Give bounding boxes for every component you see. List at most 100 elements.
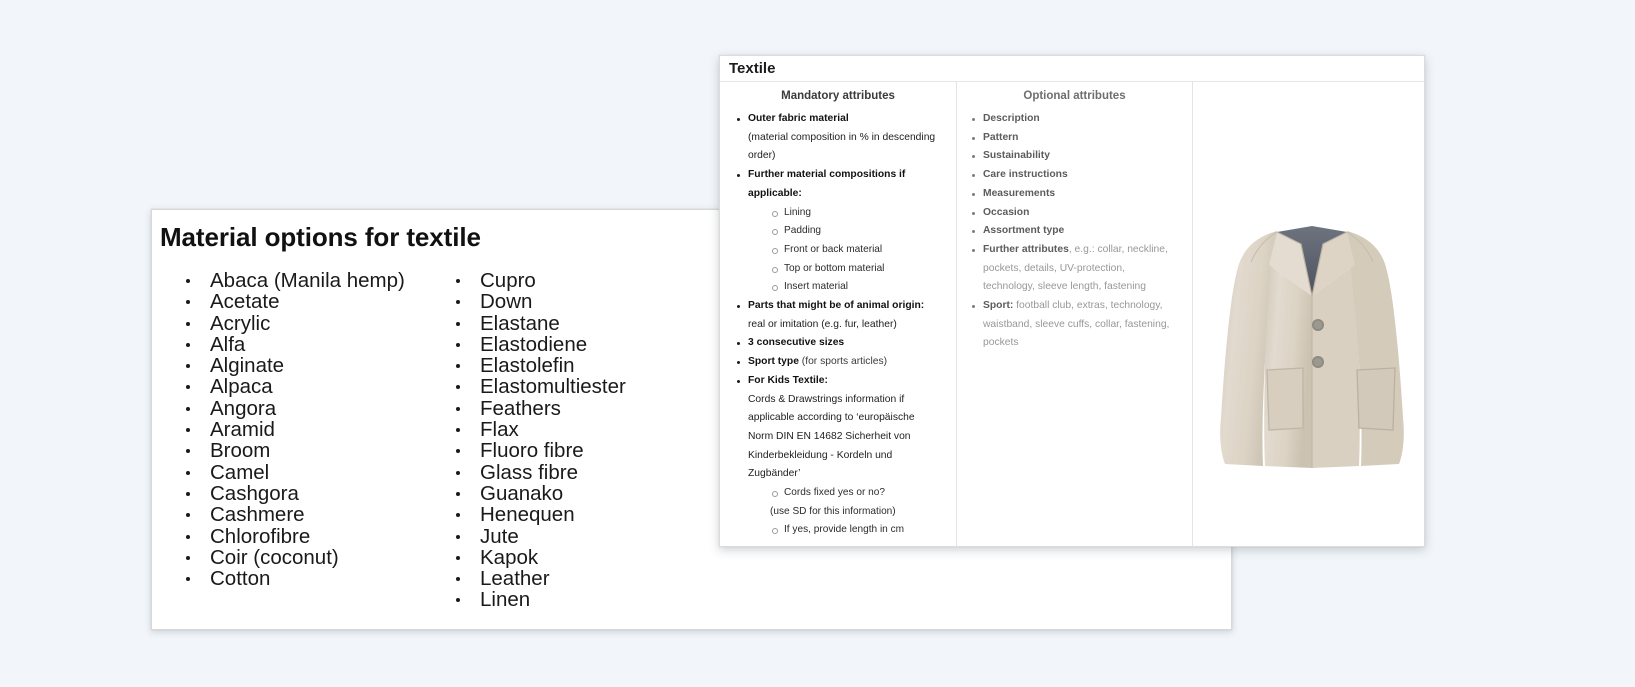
item-continuation: pockets, details, UV-protection, — [961, 260, 1188, 279]
item-label: Parts that might be of animal origin: — [748, 300, 924, 311]
list-item: 3 consecutive sizes — [726, 334, 950, 353]
item-label: Occasion — [983, 207, 1029, 218]
item-continuation: (use SD for this information) — [748, 503, 950, 522]
list-item: Front or back material — [748, 241, 950, 260]
list-item: Cupro — [422, 270, 692, 291]
list-item: Sustainability — [961, 147, 1188, 166]
item-label: Pattern — [983, 132, 1018, 143]
mandatory-attributes-list: Outer fabric material (material composit… — [726, 110, 950, 540]
list-item: Further material compositions if applica… — [726, 166, 950, 203]
list-item: Sport: football club, extras, technology… — [961, 297, 1188, 316]
list-item: Insert material — [748, 278, 950, 297]
item-label: Description — [983, 113, 1040, 124]
item-label: Assortment type — [983, 225, 1064, 236]
list-item: Henequen — [422, 504, 692, 525]
textile-popup-title: Textile — [729, 60, 775, 77]
material-list-2: Cupro Down Elastane Elastodiene Elastole… — [422, 270, 692, 611]
list-item: Parts that might be of animal origin: — [726, 297, 950, 316]
list-item: Care instructions — [961, 166, 1188, 185]
textile-popup-header: Textile — [720, 56, 1424, 82]
list-item: Angora — [152, 398, 422, 419]
mandatory-attributes-column: Mandatory attributes Outer fabric materi… — [720, 82, 957, 546]
material-list-1: Abaca (Manila hemp) Acetate Acrylic Alfa… — [152, 270, 422, 589]
list-item: For Kids Textile: — [726, 372, 950, 391]
list-item: Coir (coconut) — [152, 547, 422, 568]
product-image-column — [1193, 82, 1424, 546]
list-item: Cashmere — [152, 504, 422, 525]
blazer-jacket-image — [1205, 222, 1420, 472]
list-item: Alginate — [152, 355, 422, 376]
list-item: Flax — [422, 419, 692, 440]
list-item: Kapok — [422, 547, 692, 568]
item-continuation: applicable according to ‘europäische — [726, 409, 950, 428]
list-item: Assortment type — [961, 222, 1188, 241]
blazer-jacket-icon — [1205, 222, 1420, 472]
list-item: Top or bottom material — [748, 260, 950, 279]
list-item: Aramid — [152, 419, 422, 440]
list-item: Guanako — [422, 483, 692, 504]
list-item: Cotton — [152, 568, 422, 589]
item-continuation: real or imitation (e.g. fur, leather) — [726, 316, 950, 335]
list-item: Abaca (Manila hemp) — [152, 270, 422, 291]
list-item: Alpaca — [152, 376, 422, 397]
list-item: Measurements — [961, 185, 1188, 204]
item-label: Sport type — [748, 356, 799, 367]
textile-popup-panel: Textile Mandatory attributes Outer fabri… — [719, 55, 1425, 547]
material-compositions-sublist: Lining Padding Front or back material To… — [748, 204, 950, 298]
item-continuation: Norm DIN EN 14682 Sicherheit von — [726, 428, 950, 447]
item-label: 3 consecutive sizes — [748, 337, 844, 348]
item-label: Outer fabric material — [748, 113, 849, 124]
list-item: Further attributes, e.g.: collar, neckli… — [961, 241, 1188, 260]
list-item: Elastomultiester — [422, 376, 692, 397]
list-item: Sport type (for sports articles) — [726, 353, 950, 372]
list-item: Description — [961, 110, 1188, 129]
optional-attributes-column: Optional attributes Description Pattern … — [957, 82, 1193, 546]
list-item: Occasion — [961, 204, 1188, 223]
list-item: Cashgora — [152, 483, 422, 504]
list-item: Acrylic — [152, 313, 422, 334]
item-continuation: Cords & Drawstrings information if — [726, 391, 950, 410]
item-continuation: waistband, sleeve cuffs, collar, fasteni… — [961, 316, 1188, 335]
list-item: If yes, provide length in cm — [748, 521, 950, 540]
list-item: Elastane — [422, 313, 692, 334]
item-continuation: order) — [726, 147, 950, 166]
item-label: Further attributes — [983, 244, 1069, 255]
list-item: Cords fixed yes or no? — [748, 484, 950, 503]
list-item: Camel — [152, 462, 422, 483]
sub-list-wrapper: Cords fixed yes or no? (use SD for this … — [726, 484, 950, 540]
list-item: Linen — [422, 589, 692, 610]
item-continuation: (material composition in % in descending — [726, 129, 950, 148]
item-continuation: Zugbänder’ — [726, 465, 950, 484]
item-label: Sustainability — [983, 150, 1050, 161]
list-item: Feathers — [422, 398, 692, 419]
item-continuation: technology, sleeve length, fastening — [961, 278, 1188, 297]
item-detail: , e.g.: collar, neckline, — [1069, 244, 1168, 255]
textile-popup-body: Mandatory attributes Outer fabric materi… — [720, 82, 1424, 546]
list-item: Pattern — [961, 129, 1188, 148]
kids-textile-sublist: Cords fixed yes or no? (use SD for this … — [748, 484, 950, 540]
list-item: Lining — [748, 204, 950, 223]
item-continuation: pockets — [961, 334, 1188, 353]
item-label: Further material compositions if applica… — [748, 169, 905, 199]
item-label: Measurements — [983, 188, 1055, 199]
list-item: Broom — [152, 440, 422, 461]
optional-attributes-list: Description Pattern Sustainability Care … — [961, 110, 1188, 353]
item-label: Sport: — [983, 300, 1013, 311]
list-item: Fluoro fibre — [422, 440, 692, 461]
item-label: Care instructions — [983, 169, 1068, 180]
list-item: Elastodiene — [422, 334, 692, 355]
list-item: Padding — [748, 222, 950, 241]
material-column-1: Abaca (Manila hemp) Acetate Acrylic Alfa… — [152, 270, 422, 611]
list-item: Alfa — [152, 334, 422, 355]
list-item: Leather — [422, 568, 692, 589]
sub-list-wrapper: Lining Padding Front or back material To… — [726, 204, 950, 298]
list-item: Acetate — [152, 291, 422, 312]
list-item: Chlorofibre — [152, 526, 422, 547]
list-item: Outer fabric material — [726, 110, 950, 129]
item-continuation: Kinderbekleidung - Kordeln und — [726, 447, 950, 466]
item-detail: (for sports articles) — [799, 356, 887, 367]
list-item: Jute — [422, 526, 692, 547]
mandatory-attributes-heading: Mandatory attributes — [726, 90, 950, 102]
optional-attributes-heading: Optional attributes — [961, 90, 1188, 102]
material-column-2: Cupro Down Elastane Elastodiene Elastole… — [422, 270, 692, 611]
